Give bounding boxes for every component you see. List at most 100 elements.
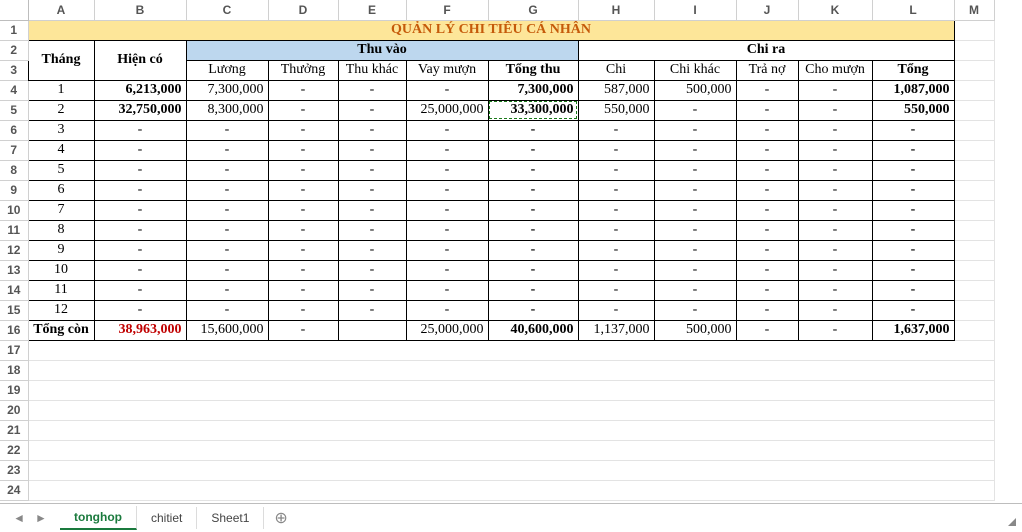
cell-luong[interactable]: - xyxy=(186,240,268,260)
header-chi-ra[interactable]: Chi ra xyxy=(578,40,954,60)
cell-thu-khac[interactable]: - xyxy=(338,180,406,200)
cell-vay-muon[interactable]: - xyxy=(406,240,488,260)
col-header[interactable]: H xyxy=(578,0,654,20)
cell-empty[interactable] xyxy=(28,420,994,440)
cell-vay-muon[interactable]: - xyxy=(406,80,488,100)
cell-vay-muon[interactable]: - xyxy=(406,280,488,300)
row-header[interactable]: 22 xyxy=(0,440,28,460)
cell-hien-co[interactable]: - xyxy=(94,260,186,280)
cell-thuong[interactable]: - xyxy=(268,120,338,140)
cell-thu-khac[interactable]: - xyxy=(338,200,406,220)
cell-vay-muon[interactable]: - xyxy=(406,300,488,320)
page-title[interactable]: QUẢN LÝ CHI TIÊU CÁ NHÂN xyxy=(28,20,954,40)
header-cho-muon[interactable]: Cho mượn xyxy=(798,60,872,80)
chevron-right-icon[interactable]: ► xyxy=(35,511,47,525)
col-header[interactable]: B xyxy=(94,0,186,20)
totals-tong[interactable]: 1,637,000 xyxy=(872,320,954,340)
cell-thang[interactable]: 5 xyxy=(28,160,94,180)
cell-thuong[interactable]: - xyxy=(268,100,338,120)
sheet-tab-tonghop[interactable]: tonghop xyxy=(60,506,137,530)
cell-empty[interactable] xyxy=(28,440,994,460)
col-header[interactable]: G xyxy=(488,0,578,20)
cell-chi-khac[interactable]: - xyxy=(654,120,736,140)
cell-thuong[interactable]: - xyxy=(268,160,338,180)
row-header[interactable]: 3 xyxy=(0,60,28,80)
select-all-corner[interactable] xyxy=(0,0,28,20)
cell-empty[interactable] xyxy=(954,100,994,120)
cell-thu-khac[interactable]: - xyxy=(338,80,406,100)
col-header[interactable]: E xyxy=(338,0,406,20)
cell-cho-muon[interactable]: - xyxy=(798,240,872,260)
totals-thu-khac[interactable] xyxy=(338,320,406,340)
row-header[interactable]: 6 xyxy=(0,120,28,140)
cell-hien-co[interactable]: - xyxy=(94,220,186,240)
cell-thuong[interactable]: - xyxy=(268,240,338,260)
cell-thang[interactable]: 11 xyxy=(28,280,94,300)
cell-thu-khac[interactable]: - xyxy=(338,140,406,160)
cell-tong[interactable]: - xyxy=(872,240,954,260)
cell-chi-khac[interactable]: - xyxy=(654,140,736,160)
chevron-left-icon[interactable]: ◄ xyxy=(13,511,25,525)
header-thang[interactable]: Tháng xyxy=(28,40,94,80)
cell-thuong[interactable]: - xyxy=(268,180,338,200)
cell-chi[interactable]: - xyxy=(578,300,654,320)
header-tong-thu[interactable]: Tổng thu xyxy=(488,60,578,80)
totals-label[interactable]: Tổng còn xyxy=(28,320,94,340)
row-header[interactable]: 4 xyxy=(0,80,28,100)
cell-empty[interactable] xyxy=(28,480,994,500)
cell-cho-muon[interactable]: - xyxy=(798,200,872,220)
cell-tra-no[interactable]: - xyxy=(736,280,798,300)
cell-chi-khac[interactable]: 500,000 xyxy=(654,80,736,100)
cell-cho-muon[interactable]: - xyxy=(798,260,872,280)
col-header[interactable]: K xyxy=(798,0,872,20)
cell-thang[interactable]: 6 xyxy=(28,180,94,200)
cell-thang[interactable]: 12 xyxy=(28,300,94,320)
cell-luong[interactable]: - xyxy=(186,260,268,280)
cell-thuong[interactable]: - xyxy=(268,280,338,300)
cell-tong-thu-copied[interactable]: 33,300,000 xyxy=(488,100,578,120)
cell-chi[interactable]: - xyxy=(578,120,654,140)
cell-tra-no[interactable]: - xyxy=(736,260,798,280)
row-header[interactable]: 11 xyxy=(0,220,28,240)
col-header[interactable]: D xyxy=(268,0,338,20)
cell-chi[interactable]: - xyxy=(578,260,654,280)
row-header[interactable]: 10 xyxy=(0,200,28,220)
header-chi[interactable]: Chi xyxy=(578,60,654,80)
cell-thuong[interactable]: - xyxy=(268,80,338,100)
cell-hien-co[interactable]: - xyxy=(94,280,186,300)
cell-empty[interactable] xyxy=(28,360,994,380)
cell-chi[interactable]: - xyxy=(578,160,654,180)
cell-tong[interactable]: - xyxy=(872,300,954,320)
header-thu-khac[interactable]: Thu khác xyxy=(338,60,406,80)
cell-hien-co[interactable]: - xyxy=(94,160,186,180)
cell-tra-no[interactable]: - xyxy=(736,120,798,140)
row-header[interactable]: 16 xyxy=(0,320,28,340)
header-tra-no[interactable]: Trả nợ xyxy=(736,60,798,80)
cell-vay-muon[interactable]: - xyxy=(406,180,488,200)
row-header[interactable]: 12 xyxy=(0,240,28,260)
cell-tong[interactable]: - xyxy=(872,140,954,160)
totals-thuong[interactable]: - xyxy=(268,320,338,340)
cell-empty[interactable] xyxy=(954,280,994,300)
cell-vay-muon[interactable]: 25,000,000 xyxy=(406,100,488,120)
cell-empty[interactable] xyxy=(954,60,994,80)
cell-thu-khac[interactable]: - xyxy=(338,120,406,140)
cell-tong[interactable]: - xyxy=(872,280,954,300)
totals-hien-co[interactable]: 38,963,000 xyxy=(94,320,186,340)
cell-luong[interactable]: - xyxy=(186,160,268,180)
row-header[interactable]: 18 xyxy=(0,360,28,380)
new-sheet-button[interactable]: ⊕ xyxy=(264,506,297,530)
cell-luong[interactable]: 7,300,000 xyxy=(186,80,268,100)
cell-hien-co[interactable]: - xyxy=(94,180,186,200)
cell-tong-thu[interactable]: - xyxy=(488,300,578,320)
totals-tong-thu[interactable]: 40,600,000 xyxy=(488,320,578,340)
cell-vay-muon[interactable]: - xyxy=(406,200,488,220)
cell-cho-muon[interactable]: - xyxy=(798,180,872,200)
col-header[interactable]: A xyxy=(28,0,94,20)
row-header[interactable]: 9 xyxy=(0,180,28,200)
cell-tong-thu[interactable]: - xyxy=(488,280,578,300)
totals-chi[interactable]: 1,137,000 xyxy=(578,320,654,340)
cell-chi-khac[interactable]: - xyxy=(654,300,736,320)
sheet-tab-chitiet[interactable]: chitiet xyxy=(137,507,197,529)
row-header[interactable]: 5 xyxy=(0,100,28,120)
